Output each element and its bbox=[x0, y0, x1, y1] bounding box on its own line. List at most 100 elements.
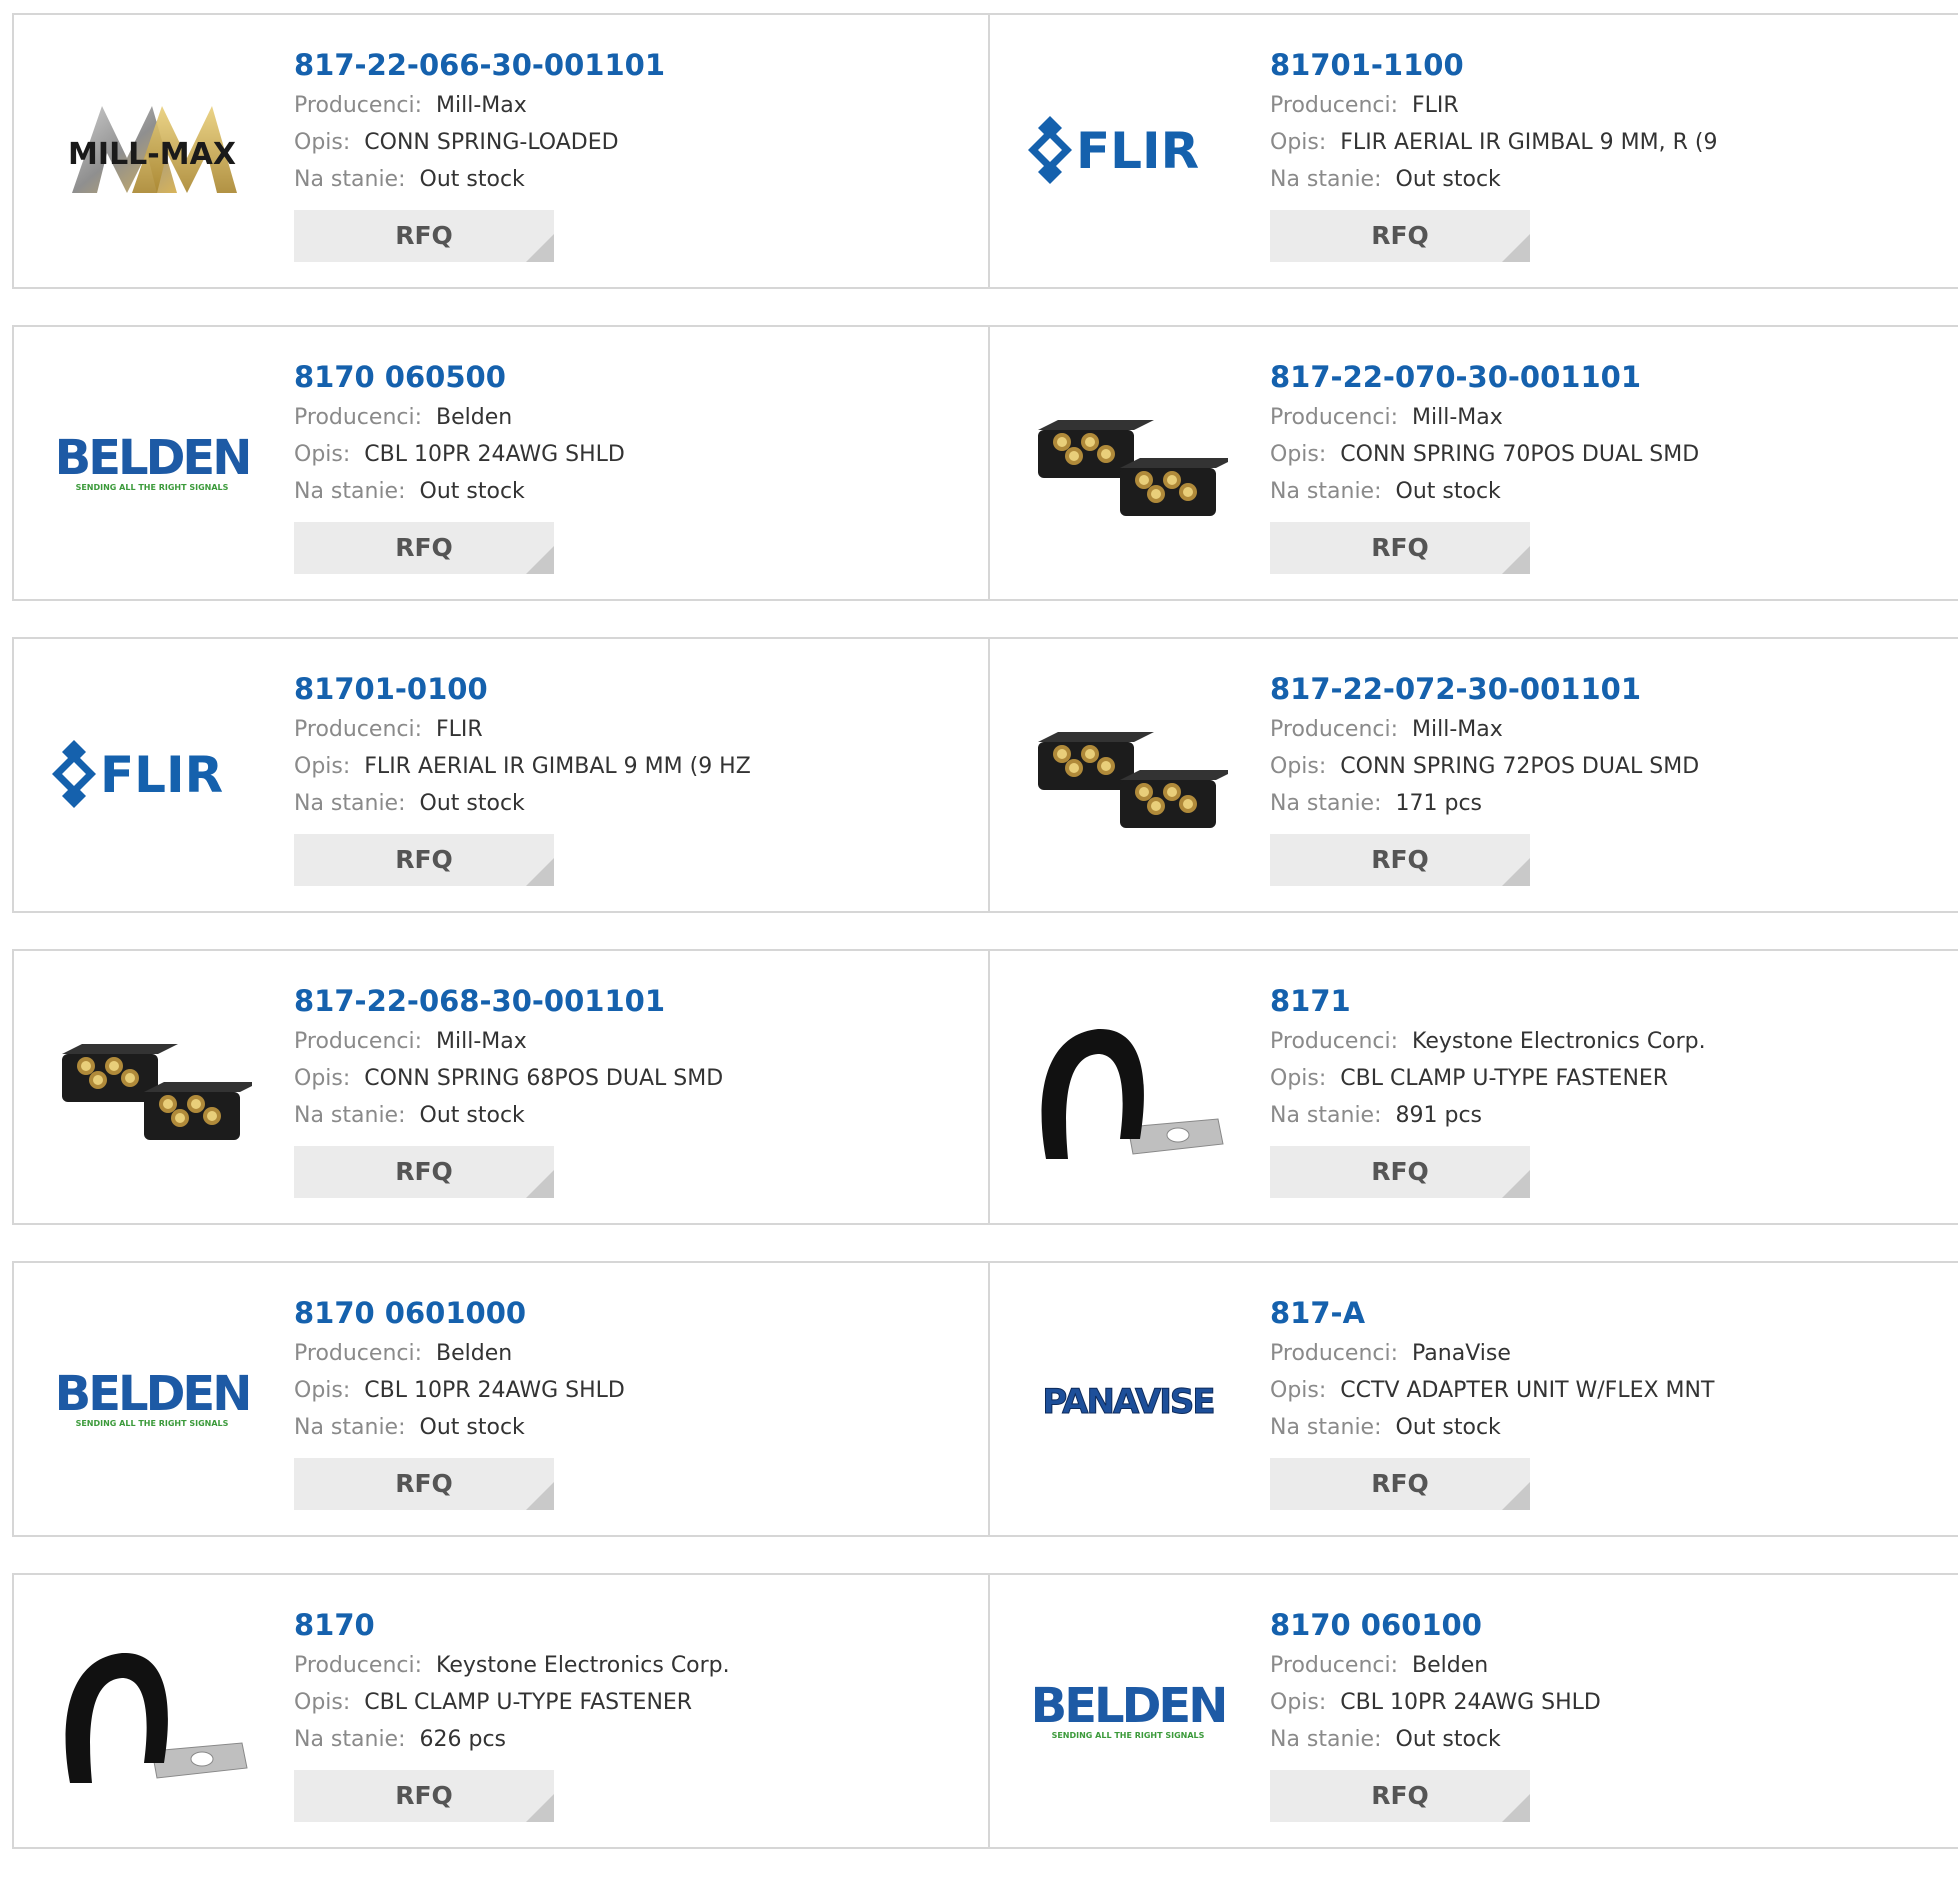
panavise-logo-text: PANAVISE bbox=[1042, 1382, 1213, 1422]
stock-value: Out stock bbox=[419, 1103, 525, 1128]
description-value: CBL 10PR 24AWG SHLD bbox=[364, 442, 625, 467]
product-image[interactable]: FLIR bbox=[52, 677, 252, 877]
manufacturer-row: Producenci: Belden bbox=[294, 1335, 625, 1372]
product-card: FLIR 81701-1100 Producenci: FLIR Opis: FLI… bbox=[990, 13, 1958, 289]
stock-row: Na stanie: 626 pcs bbox=[294, 1721, 730, 1758]
corner-fold-icon bbox=[526, 858, 554, 886]
part-number-link[interactable]: 817-22-066-30-001101 bbox=[294, 43, 665, 87]
part-number-link[interactable]: 8170 0601000 bbox=[294, 1291, 625, 1335]
product-image[interactable] bbox=[1028, 365, 1228, 565]
manufacturer-value: Belden bbox=[1412, 1653, 1489, 1678]
corner-fold-icon bbox=[526, 234, 554, 262]
belden-logo-text: BELDEN bbox=[55, 430, 250, 486]
rfq-button[interactable]: RFQ bbox=[294, 1458, 554, 1510]
manufacturer-row: Producenci: Mill-Max bbox=[1270, 711, 1699, 748]
stock-label: Na stanie: bbox=[1270, 479, 1382, 504]
part-number-link[interactable]: 817-A bbox=[1270, 1291, 1714, 1335]
product-info: 81701-1100 Producenci: FLIR Opis: FLIR AER… bbox=[1270, 43, 1717, 262]
manufacturer-value: Mill-Max bbox=[436, 93, 527, 118]
corner-fold-icon bbox=[1502, 546, 1530, 574]
rfq-button[interactable]: RFQ bbox=[1270, 834, 1530, 886]
belden-logo-icon: BELDENSENDING ALL THE RIGHT SIGNALS bbox=[55, 430, 252, 492]
product-image[interactable]: PANAVISE bbox=[1028, 1301, 1228, 1501]
part-number-link[interactable]: 8170 060500 bbox=[294, 355, 625, 399]
belden-logo-text: BELDEN bbox=[1031, 1678, 1226, 1734]
description-value: CONN SPRING 68POS DUAL SMD bbox=[364, 1066, 724, 1091]
part-number-link[interactable]: 81701-1100 bbox=[1270, 43, 1717, 87]
product-info: 8171 Producenci: Keystone Electronics Cor… bbox=[1270, 979, 1706, 1198]
rfq-button[interactable]: RFQ bbox=[294, 1770, 554, 1822]
rfq-button[interactable]: RFQ bbox=[294, 210, 554, 262]
product-row: 817-22-068-30-001101 Producenci: Mill-Max… bbox=[12, 949, 1958, 1225]
manufacturer-row: Producenci: Keystone Electronics Corp. bbox=[294, 1647, 730, 1684]
product-card: 8170 Producenci: Keystone Electronics Cor… bbox=[12, 1573, 990, 1849]
rfq-button[interactable]: RFQ bbox=[1270, 1770, 1530, 1822]
rfq-button[interactable]: RFQ bbox=[294, 1146, 554, 1198]
rfq-label: RFQ bbox=[395, 1157, 453, 1186]
rfq-button[interactable]: RFQ bbox=[1270, 1458, 1530, 1510]
product-row: MILL-MAX 817-22-066-30-001101 Producenci… bbox=[12, 13, 1958, 289]
rfq-button[interactable]: RFQ bbox=[1270, 522, 1530, 574]
product-image[interactable]: BELDEN SENDING ALL THE RIGHT SIGNALS bbox=[52, 1301, 252, 1501]
rfq-button[interactable]: RFQ bbox=[294, 522, 554, 574]
stock-row: Na stanie: Out stock bbox=[294, 1097, 723, 1134]
product-info: 8170 060100 Producenci: Belden Opis: CBL 1… bbox=[1270, 1603, 1601, 1822]
part-number-link[interactable]: 817-22-070-30-001101 bbox=[1270, 355, 1699, 399]
corner-fold-icon bbox=[1502, 1482, 1530, 1510]
product-info: 817-22-068-30-001101 Producenci: Mill-Max… bbox=[294, 979, 723, 1198]
part-number-link[interactable]: 81701-0100 bbox=[294, 667, 751, 711]
product-image[interactable] bbox=[1028, 677, 1228, 877]
rfq-label: RFQ bbox=[395, 221, 453, 250]
flir-logo-text: FLIR bbox=[1076, 122, 1199, 180]
product-card: MILL-MAX 817-22-066-30-001101 Producenci… bbox=[12, 13, 990, 289]
stock-value: Out stock bbox=[1395, 167, 1501, 192]
rfq-button[interactable]: RFQ bbox=[1270, 210, 1530, 262]
stock-value: 626 pcs bbox=[419, 1727, 507, 1752]
rfq-button[interactable]: RFQ bbox=[1270, 1146, 1530, 1198]
stock-row: Na stanie: Out stock bbox=[1270, 161, 1717, 198]
part-number-link[interactable]: 8170 060100 bbox=[1270, 1603, 1601, 1647]
millmax-logo-icon: MILL-MAX bbox=[68, 106, 237, 193]
rfq-label: RFQ bbox=[1371, 1469, 1429, 1498]
rfq-label: RFQ bbox=[395, 1781, 453, 1810]
flir-logo-icon: FLIR bbox=[1028, 116, 1199, 184]
part-number-link[interactable]: 817-22-068-30-001101 bbox=[294, 979, 723, 1023]
description-value: FLIR AERIAL IR GIMBAL 9 MM (9 HZ bbox=[364, 754, 751, 779]
connector-photo-icon bbox=[1038, 420, 1228, 516]
product-image[interactable]: MILL-MAX bbox=[52, 53, 252, 253]
part-number-link[interactable]: 817-22-072-30-001101 bbox=[1270, 667, 1699, 711]
product-info: 81701-0100 Producenci: FLIR Opis: FLIR AER… bbox=[294, 667, 751, 886]
stock-label: Na stanie: bbox=[294, 791, 406, 816]
rfq-button[interactable]: RFQ bbox=[294, 834, 554, 886]
belden-tagline: SENDING ALL THE RIGHT SIGNALS bbox=[76, 1419, 229, 1428]
stock-value: Out stock bbox=[419, 479, 525, 504]
product-image[interactable]: FLIR bbox=[1028, 53, 1228, 253]
manufacturer-label: Producenci: bbox=[1270, 717, 1399, 742]
product-image[interactable] bbox=[52, 989, 252, 1189]
part-number-link[interactable]: 8170 bbox=[294, 1603, 730, 1647]
part-number-link[interactable]: 8171 bbox=[1270, 979, 1706, 1023]
product-card: FLIR 81701-0100 Producenci: FLIR Opis: FLI… bbox=[12, 637, 990, 913]
connector-photo-icon bbox=[62, 1044, 252, 1140]
stock-value: Out stock bbox=[419, 1415, 525, 1440]
product-image[interactable]: BELDEN SENDING ALL THE RIGHT SIGNALS bbox=[52, 365, 252, 565]
manufacturer-label: Producenci: bbox=[294, 405, 423, 430]
manufacturer-value: Mill-Max bbox=[436, 1029, 527, 1054]
product-image[interactable] bbox=[1028, 989, 1228, 1189]
product-info: 817-22-070-30-001101 Producenci: Mill-Max… bbox=[1270, 355, 1699, 574]
description-row: Opis: CBL CLAMP U-TYPE FASTENER bbox=[1270, 1060, 1706, 1097]
stock-label: Na stanie: bbox=[294, 1727, 406, 1752]
manufacturer-value: Mill-Max bbox=[1412, 717, 1503, 742]
description-row: Opis: FLIR AERIAL IR GIMBAL 9 MM, R (9 bbox=[1270, 124, 1717, 161]
stock-row: Na stanie: Out stock bbox=[294, 161, 665, 198]
stock-row: Na stanie: Out stock bbox=[1270, 473, 1699, 510]
product-image[interactable] bbox=[52, 1613, 252, 1813]
stock-label: Na stanie: bbox=[1270, 1415, 1382, 1440]
product-row: FLIR 81701-0100 Producenci: FLIR Opis: FLI… bbox=[12, 637, 1958, 913]
description-label: Opis: bbox=[294, 1378, 351, 1403]
belden-logo-icon: BELDENSENDING ALL THE RIGHT SIGNALS bbox=[55, 1366, 252, 1428]
product-row: BELDEN SENDING ALL THE RIGHT SIGNALS 8170… bbox=[12, 325, 1958, 601]
stock-row: Na stanie: Out stock bbox=[294, 473, 625, 510]
product-image[interactable]: BELDEN SENDING ALL THE RIGHT SIGNALS bbox=[1028, 1613, 1228, 1813]
product-info: 8170 060500 Producenci: Belden Opis: CBL 1… bbox=[294, 355, 625, 574]
